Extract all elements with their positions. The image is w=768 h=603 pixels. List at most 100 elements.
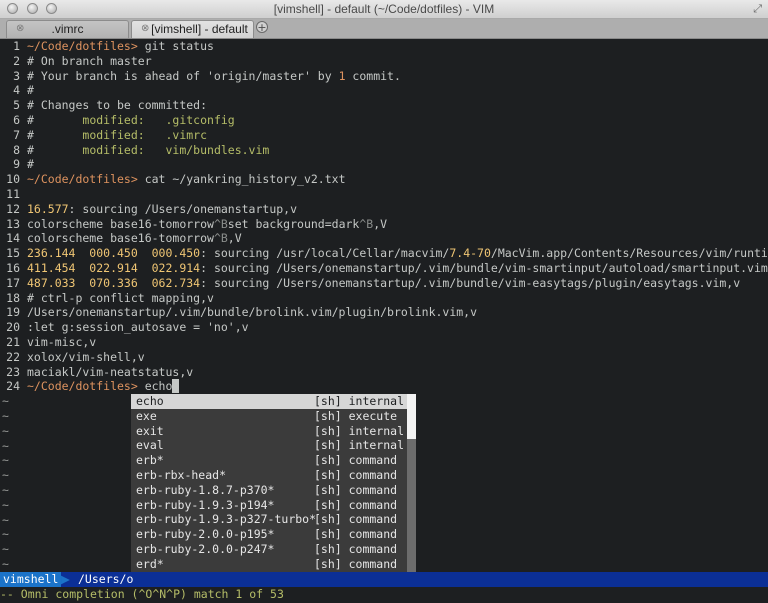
- status-line: vimshell ▶ /Users/o: [0, 572, 768, 587]
- line-text: vim-misc,v: [27, 335, 96, 350]
- buffer-line[interactable]: 13 colorscheme base16-tomorrow^Bset backg…: [0, 217, 768, 232]
- line-text: 411.454 022.914 022.914: sourcing /Users…: [27, 261, 768, 276]
- status-path: /Users/o: [78, 572, 134, 586]
- status-separator-icon: ▶: [61, 572, 70, 586]
- tab-vimshell[interactable]: ⊗ [vimshell] - default: [131, 20, 254, 38]
- buffer-line[interactable]: 15 236.144 000.450 000.450: sourcing /usr…: [0, 246, 768, 261]
- line-text: maciakl/vim-neatstatus,v: [27, 365, 193, 380]
- completion-item[interactable]: erb* [sh] command: [131, 453, 407, 468]
- buffer-line[interactable]: 2 # On branch master: [0, 54, 768, 69]
- tab-vimrc[interactable]: ⊗ .vimrc: [6, 20, 129, 38]
- text-segment: : sourcing /Users/onemanstartup/.vim/bun…: [200, 261, 768, 275]
- line-number: 22: [6, 349, 20, 364]
- buffer-line[interactable]: 22 xolox/vim-shell,v: [0, 350, 768, 365]
- buffer-line[interactable]: 14 colorscheme base16-tomorrow^B,V: [0, 231, 768, 246]
- completion-item[interactable]: exe [sh] execute: [131, 409, 407, 424]
- completion-word: erb-ruby-2.0.0-p247*: [136, 542, 275, 556]
- tab-label: .vimrc: [51, 22, 84, 36]
- buffer-line[interactable]: 5 # Changes to be committed:: [0, 98, 768, 113]
- buffer-line[interactable]: 18 # ctrl-p conflict mapping,v: [0, 291, 768, 306]
- text-segment: : sourcing /Users/onemanstartup,v: [68, 201, 298, 216]
- buffer-line[interactable]: 20:let g:session_autosave = 'no',v: [0, 320, 768, 335]
- completion-kind: [sh] command: [314, 453, 398, 468]
- completion-word: erb-rbx-head*: [136, 468, 227, 482]
- buffer-line[interactable]: 7 # modified: .vimrc: [0, 128, 768, 143]
- text-segment: #: [27, 157, 34, 172]
- completion-popup[interactable]: echo [sh] internal exe [sh] execute exit [sh]…: [131, 394, 416, 587]
- line-text: ~/Code/dotfiles> cat ~/yankring_history_…: [27, 172, 346, 187]
- completion-word: erb-ruby-1.8.7-p370*: [136, 482, 275, 497]
- line-text: # modified: .vimrc: [27, 128, 207, 143]
- line-number: 9: [13, 157, 20, 172]
- text-segment: ~/Code/dotfiles>: [27, 172, 145, 187]
- tilde-marker: ~: [2, 512, 9, 527]
- line-number: 17: [6, 275, 20, 290]
- completion-item[interactable]: erb-ruby-2.0.0-p195* [sh] command: [131, 527, 407, 542]
- text-segment: ^B: [213, 231, 228, 246]
- buffer-line[interactable]: 24 ~/Code/dotfiles> echo: [0, 379, 768, 394]
- text-segment: 16.577: [27, 201, 69, 216]
- completion-word: eval: [136, 438, 164, 453]
- buffer-line[interactable]: 23 maciakl/vim-neatstatus,v: [0, 365, 768, 380]
- line-number: 20: [6, 320, 20, 335]
- completion-kind: [sh] command: [314, 512, 398, 527]
- completion-kind: [sh] command: [314, 556, 398, 571]
- text-segment: 236.144 000.450 000.450: [27, 246, 201, 261]
- text-segment: #: [27, 83, 34, 98]
- line-text: 16.577: sourcing /Users/onemanstartup,v: [27, 202, 297, 217]
- line-number: 21: [6, 335, 20, 349]
- text-segment: /MacVim.app/Contents/Resources/vim/runti…: [490, 246, 768, 261]
- completion-kind: [sh] command: [314, 527, 398, 542]
- buffer-line[interactable]: 8 # modified: vim/bundles.vim: [0, 143, 768, 158]
- message-line: -- Omni completion (^O^N^P) match 1 of 5…: [0, 587, 284, 601]
- completion-word: erb-ruby-1.9.3-p194*: [136, 497, 275, 512]
- completion-kind: [sh] internal: [314, 394, 405, 408]
- completion-kind: [sh] command: [314, 497, 398, 512]
- buffer-line[interactable]: 19/Users/onemanstartup/.vim/bundle/broli…: [0, 305, 768, 320]
- buffer-line[interactable]: 10 ~/Code/dotfiles> cat ~/yankring_histor…: [0, 172, 768, 187]
- line-text: ~/Code/dotfiles> echo: [27, 379, 180, 394]
- buffer-line[interactable]: 11: [0, 187, 768, 202]
- completion-item[interactable]: exit [sh] internal: [131, 424, 407, 439]
- line-text: # On branch master: [27, 54, 152, 69]
- completion-item[interactable]: eval [sh] internal: [131, 438, 407, 453]
- new-tab-button[interactable]: +: [256, 21, 268, 33]
- completion-item[interactable]: erb-ruby-2.0.0-p247* [sh] command: [131, 542, 407, 557]
- title-bar: [vimshell] - default (~/Code/dotfiles) -…: [0, 0, 768, 19]
- text-segment: vim-misc,v: [27, 335, 97, 349]
- completion-item[interactable]: erd* [sh] command: [131, 557, 407, 572]
- completion-item[interactable]: echo [sh] internal: [131, 394, 407, 409]
- completion-item[interactable]: erb-rbx-head* [sh] command: [131, 468, 407, 483]
- line-number: 8: [13, 142, 20, 157]
- line-number: 10: [6, 172, 20, 187]
- buffer-line[interactable]: 12 16.577: sourcing /Users/onemanstartup,…: [0, 202, 768, 217]
- text-segment: echo: [144, 379, 173, 394]
- text-segment: set background=dark: [227, 216, 360, 231]
- line-text: /Users/onemanstartup/.vim/bundle/brolink…: [27, 305, 477, 320]
- completion-item[interactable]: erb-ruby-1.9.3-p327-turbo* [sh] command: [131, 512, 407, 527]
- status-mode: vimshell: [0, 572, 62, 587]
- buffer-line[interactable]: 21 vim-misc,v: [0, 335, 768, 350]
- fullscreen-icon[interactable]: ⤢: [753, 2, 762, 16]
- buffer-line[interactable]: 17 487.033 070.336 062.734: sourcing /Use…: [0, 276, 768, 291]
- text-segment: : sourcing /usr/local/Cellar/macvim/: [200, 246, 450, 261]
- buffer-line[interactable]: 6 # modified: .gitconfig: [0, 113, 768, 128]
- buffer-line[interactable]: 9 #: [0, 157, 768, 172]
- buffer-line[interactable]: 4 #: [0, 83, 768, 98]
- completion-word: exe: [136, 408, 157, 423]
- popup-scrollbar-thumb[interactable]: [407, 394, 416, 439]
- popup-scrollbar[interactable]: [407, 394, 416, 587]
- completion-word: echo: [136, 394, 164, 408]
- text-segment: : sourcing /Users/onemanstartup/.vim/bun…: [200, 275, 741, 290]
- completion-kind: [sh] execute: [314, 408, 398, 423]
- completion-item[interactable]: erb-ruby-1.9.3-p194* [sh] command: [131, 498, 407, 513]
- line-number: 7: [13, 127, 20, 142]
- text-segment: ~/Code/dotfiles>: [27, 39, 145, 53]
- completion-word: erb-ruby-2.0.0-p195*: [136, 527, 275, 542]
- buffer-line[interactable]: 1 ~/Code/dotfiles> git status: [0, 39, 768, 54]
- text-segment: # Changes to be committed:: [27, 98, 208, 113]
- buffer-line[interactable]: 3 # Your branch is ahead of 'origin/maste…: [0, 69, 768, 84]
- line-number: 5: [13, 98, 20, 113]
- completion-item[interactable]: erb-ruby-1.8.7-p370* [sh] command: [131, 483, 407, 498]
- buffer-line[interactable]: 16 411.454 022.914 022.914: sourcing /Use…: [0, 261, 768, 276]
